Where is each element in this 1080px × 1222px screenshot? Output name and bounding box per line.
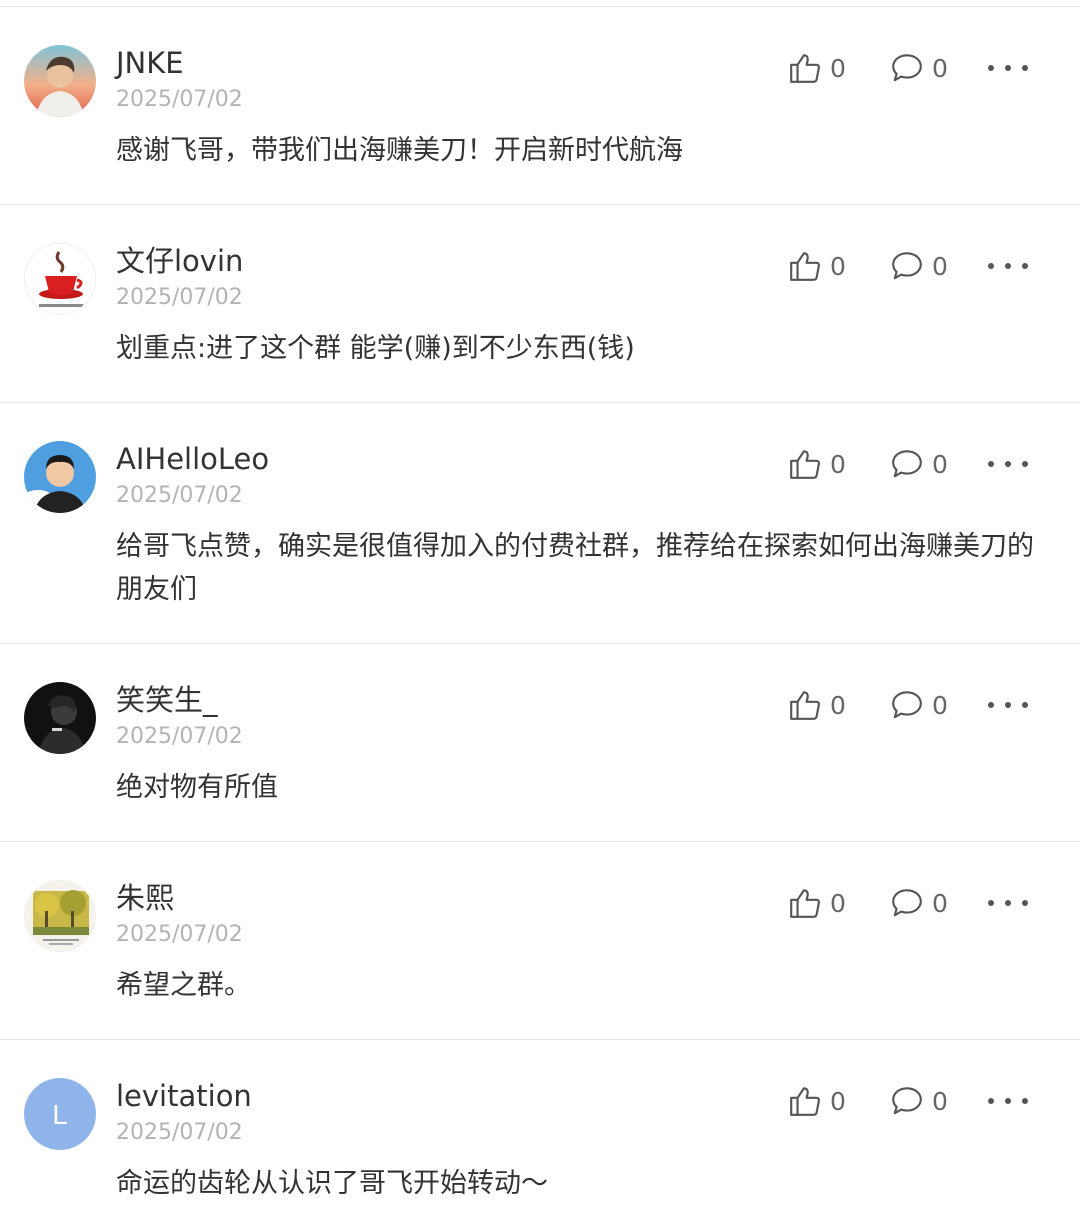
like-count: 0 xyxy=(830,690,846,720)
thumbs-up-icon xyxy=(790,54,820,83)
user-avatar[interactable] xyxy=(24,682,96,754)
user-avatar[interactable] xyxy=(24,243,96,315)
thumbs-up-icon xyxy=(790,889,820,918)
reply-button[interactable]: 0 xyxy=(890,880,948,926)
comment-bubble-icon xyxy=(892,889,922,917)
thumbs-up-icon xyxy=(790,252,820,281)
comment-item: JNKE 2025/07/02 感谢飞哥，带我们出海赚美刀！开启新时代航海 0 … xyxy=(0,7,1080,205)
more-dots-icon xyxy=(988,65,994,71)
comment-text: 感谢飞哥，带我们出海赚美刀！开启新时代航海 xyxy=(116,135,683,166)
like-button[interactable]: 0 xyxy=(788,441,846,487)
comment-item: AIHelloLeo 2025/07/02 给哥飞点赞，确实是很值得加入的付费社… xyxy=(0,403,1080,644)
user-avatar[interactable] xyxy=(24,441,96,513)
like-count: 0 xyxy=(830,888,846,918)
reply-button[interactable]: 0 xyxy=(890,682,948,728)
user-avatar[interactable]: L xyxy=(24,1078,96,1150)
reply-button[interactable]: 0 xyxy=(890,1078,948,1124)
reply-button[interactable]: 0 xyxy=(890,441,948,487)
more-dots-icon xyxy=(988,263,994,269)
reply-count: 0 xyxy=(932,1086,948,1116)
comment-item: 朱熙 2025/07/02 希望之群。 0 0 xyxy=(0,842,1080,1040)
comment-bubble-icon xyxy=(892,1087,922,1115)
comment-item: 笑笑生_ 2025/07/02 绝对物有所值 0 0 xyxy=(0,644,1080,842)
username[interactable]: JNKE xyxy=(116,43,184,83)
reply-button[interactable]: 0 xyxy=(890,45,948,91)
reply-count: 0 xyxy=(932,449,948,479)
comment-date: 2025/07/02 xyxy=(116,724,243,749)
like-button[interactable]: 0 xyxy=(788,243,846,289)
username[interactable]: levitation xyxy=(116,1076,252,1116)
more-options-button[interactable] xyxy=(988,453,1028,475)
like-button[interactable]: 0 xyxy=(788,45,846,91)
reply-count: 0 xyxy=(932,690,948,720)
more-options-button[interactable] xyxy=(988,1090,1028,1112)
comment-bubble-icon xyxy=(892,691,922,719)
username[interactable]: 笑笑生_ xyxy=(116,680,218,720)
like-count: 0 xyxy=(830,53,846,83)
thumbs-up-icon xyxy=(790,450,820,479)
more-dots-icon xyxy=(988,461,994,467)
like-count: 0 xyxy=(830,449,846,479)
comment-bubble-icon xyxy=(892,54,922,82)
more-options-button[interactable] xyxy=(988,892,1028,914)
comment-text: 给哥飞点赞，确实是很值得加入的付费社群，推荐给在探索如何出海赚美刀的朋友们 xyxy=(116,531,1034,605)
more-options-button[interactable] xyxy=(988,57,1028,79)
user-avatar[interactable] xyxy=(24,880,96,952)
comment-date: 2025/07/02 xyxy=(116,87,243,112)
reply-count: 0 xyxy=(932,888,948,918)
thumbs-up-icon xyxy=(790,1087,820,1116)
comment-text: 绝对物有所值 xyxy=(116,772,278,803)
comment-date: 2025/07/02 xyxy=(116,922,243,947)
reply-count: 0 xyxy=(932,53,948,83)
like-button[interactable]: 0 xyxy=(788,880,846,926)
avatar-letter: L xyxy=(52,1099,68,1130)
more-dots-icon xyxy=(988,702,994,708)
comment-item: 文仔lovin 2025/07/02 划重点:进了这个群 能学(赚)到不少东西(… xyxy=(0,205,1080,403)
more-dots-icon xyxy=(988,900,994,906)
comment-text: 划重点:进了这个群 能学(赚)到不少东西(钱) xyxy=(116,333,635,364)
like-button[interactable]: 0 xyxy=(788,682,846,728)
comment-text: 希望之群。 xyxy=(116,970,251,1001)
like-count: 0 xyxy=(830,1086,846,1116)
like-button[interactable]: 0 xyxy=(788,1078,846,1124)
more-dots-icon xyxy=(988,1098,994,1104)
thumbs-up-icon xyxy=(790,691,820,720)
reply-count: 0 xyxy=(932,251,948,281)
comment-bubble-icon xyxy=(892,450,922,478)
comment-date: 2025/07/02 xyxy=(116,285,243,310)
username[interactable]: AIHelloLeo xyxy=(116,439,269,479)
comment-text: 命运的齿轮从认识了哥飞开始转动～ xyxy=(116,1168,548,1199)
like-count: 0 xyxy=(830,251,846,281)
reply-button[interactable]: 0 xyxy=(890,243,948,289)
comment-date: 2025/07/02 xyxy=(116,1120,243,1145)
username[interactable]: 文仔lovin xyxy=(116,241,243,281)
comment-item: L levitation 2025/07/02 命运的齿轮从认识了哥飞开始转动～… xyxy=(0,1040,1080,1222)
comment-bubble-icon xyxy=(892,252,922,280)
comment-date: 2025/07/02 xyxy=(116,483,243,508)
user-avatar[interactable] xyxy=(24,45,96,117)
username[interactable]: 朱熙 xyxy=(116,878,174,918)
more-options-button[interactable] xyxy=(988,694,1028,716)
more-options-button[interactable] xyxy=(988,255,1028,277)
